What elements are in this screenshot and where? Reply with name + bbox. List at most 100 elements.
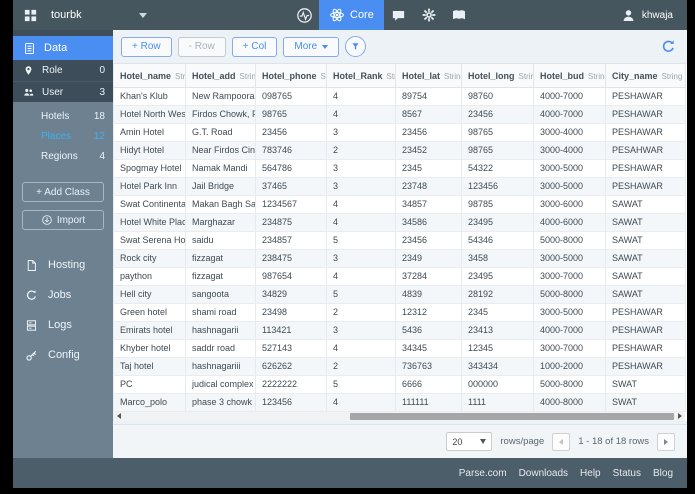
table-cell[interactable]: PESHAWAR (605, 105, 686, 124)
table-cell[interactable]: Khyber hotel (113, 339, 186, 358)
table-cell[interactable]: Swat Continental Ho... (113, 195, 186, 214)
table-cell[interactable]: 5000-8000 (533, 375, 606, 394)
table-cell[interactable]: 4 (326, 87, 396, 106)
table-cell[interactable]: SAWAT (605, 213, 686, 232)
table-cell[interactable]: Hell city (113, 285, 186, 304)
table-cell[interactable]: 2 (326, 141, 396, 160)
table-cell[interactable]: hashnagarii (185, 321, 256, 340)
table-cell[interactable]: Hotel White Place (113, 213, 186, 232)
table-cell[interactable]: Swat Serena Hotel (113, 231, 186, 250)
table-cell[interactable]: PESHAWAR (605, 159, 686, 178)
settings-button[interactable] (414, 0, 444, 30)
table-cell[interactable]: 98765 (461, 141, 534, 160)
docs-button[interactable] (444, 0, 474, 30)
table-cell[interactable]: 3000-6000 (533, 195, 606, 214)
table-cell[interactable]: 234875 (255, 213, 327, 232)
table-cell[interactable]: Marghazar (185, 213, 256, 232)
table-cell[interactable]: 23456 (255, 123, 327, 142)
table-cell[interactable]: 4 (326, 213, 396, 232)
sidebar-item-places[interactable]: Places 12 (13, 126, 113, 146)
column-header-hotel_lat[interactable]: Hotel_latString (395, 64, 462, 88)
table-cell[interactable]: 5000-8000 (533, 231, 606, 250)
footer-link-status[interactable]: Status (613, 468, 641, 479)
sidebar-item-config[interactable]: Config (13, 340, 113, 370)
table-cell[interactable]: saddr road (185, 339, 256, 358)
footer-link-help[interactable]: Help (580, 468, 601, 479)
table-cell[interactable]: PESHAWAR (605, 339, 686, 358)
table-cell[interactable]: 113421 (255, 321, 327, 340)
table-cell[interactable]: SAWAT (605, 267, 686, 286)
table-cell[interactable]: 28192 (461, 285, 534, 304)
table-cell[interactable]: 3 (326, 123, 396, 142)
table-cell[interactable]: 238475 (255, 249, 327, 268)
table-cell[interactable]: 3 (326, 177, 396, 196)
scroll-right-arrow[interactable] (675, 411, 685, 421)
table-cell[interactable]: 23456 (395, 231, 462, 250)
column-header-hotel_phone[interactable]: Hotel_phoneString (255, 64, 327, 88)
table-cell[interactable]: 527143 (255, 339, 327, 358)
table-cell[interactable]: 23495 (461, 267, 534, 286)
table-cell[interactable]: phase 3 chowk (185, 393, 256, 412)
table-cell[interactable]: 626262 (255, 357, 327, 376)
table-cell[interactable]: 343434 (461, 357, 534, 376)
table-cell[interactable]: 6666 (395, 375, 462, 394)
table-cell[interactable]: paython (113, 267, 186, 286)
table-cell[interactable]: SAWAT (605, 195, 686, 214)
table-cell[interactable]: 4 (326, 195, 396, 214)
add-row-button[interactable]: + Row (121, 36, 172, 57)
table-cell[interactable]: 34345 (395, 339, 462, 358)
column-header-hotel_name[interactable]: Hotel_nameString (113, 64, 186, 88)
footer-link-blog[interactable]: Blog (653, 468, 673, 479)
table-cell[interactable]: SAWAT (605, 285, 686, 304)
table-cell[interactable]: shami road (185, 303, 256, 322)
table-cell[interactable]: PESHAWAR (605, 357, 686, 376)
sidebar-item-jobs[interactable]: Jobs (13, 280, 113, 310)
table-cell[interactable]: Makan Bagh Saidu S... (185, 195, 256, 214)
sidebar-item-logs[interactable]: Logs (13, 310, 113, 340)
table-cell[interactable]: Jail Bridge (185, 177, 256, 196)
table-cell[interactable]: PESHAWAR (605, 303, 686, 322)
table-cell[interactable]: 5000-8000 (533, 285, 606, 304)
app-grid-button[interactable] (13, 8, 47, 23)
table-cell[interactable]: Near Firdos Cinema (185, 141, 256, 160)
table-cell[interactable]: 54322 (461, 159, 534, 178)
table-cell[interactable]: 098765 (255, 87, 327, 106)
table-cell[interactable]: 23413 (461, 321, 534, 340)
column-header-hotel_rank[interactable]: Hotel_RankString (326, 64, 396, 88)
table-cell[interactable]: 98765 (461, 123, 534, 142)
table-cell[interactable]: 2 (326, 357, 396, 376)
column-header-hotel_add[interactable]: Hotel_addString (185, 64, 256, 88)
table-cell[interactable]: PESHAWAR (605, 123, 686, 142)
table-cell[interactable]: 1234567 (255, 195, 327, 214)
sidebar-item-hotels[interactable]: Hotels 18 (13, 106, 113, 126)
table-cell[interactable]: Khan's Klub (113, 87, 186, 106)
table-cell[interactable]: 23452 (395, 141, 462, 160)
table-cell[interactable]: 3 (326, 321, 396, 340)
table-cell[interactable]: PESHAWAR (605, 321, 686, 340)
table-cell[interactable]: 98765 (255, 105, 327, 124)
table-cell[interactable]: Firdos Chowk, Pesh... (185, 105, 256, 124)
column-header-city_name[interactable]: City_name String (605, 64, 686, 88)
table-cell[interactable]: 3 (326, 159, 396, 178)
horizontal-scrollbar[interactable] (113, 411, 685, 421)
table-cell[interactable]: 123456 (461, 177, 534, 196)
table-cell[interactable]: 4 (326, 267, 396, 286)
table-cell[interactable]: SAWAT (605, 231, 686, 250)
table-cell[interactable]: hashnagariii (185, 357, 256, 376)
table-cell[interactable]: 54346 (461, 231, 534, 250)
table-cell[interactable]: 37284 (395, 267, 462, 286)
footer-link-downloads[interactable]: Downloads (519, 468, 568, 479)
filter-button[interactable] (345, 36, 367, 57)
table-cell[interactable]: 3458 (461, 249, 534, 268)
table-cell[interactable]: SWAT (605, 375, 686, 394)
add-class-button[interactable]: + Add Class (22, 182, 104, 202)
table-cell[interactable]: 5 (326, 231, 396, 250)
table-cell[interactable]: 98760 (461, 87, 534, 106)
table-cell[interactable]: 3000-4000 (533, 141, 606, 160)
next-page-button[interactable] (657, 432, 675, 451)
table-cell[interactable]: 3000-5000 (533, 177, 606, 196)
more-button[interactable]: More (283, 36, 340, 57)
table-cell[interactable]: 4000-8000 (533, 393, 606, 412)
table-cell[interactable]: 234857 (255, 231, 327, 250)
table-cell[interactable]: 23456 (461, 105, 534, 124)
